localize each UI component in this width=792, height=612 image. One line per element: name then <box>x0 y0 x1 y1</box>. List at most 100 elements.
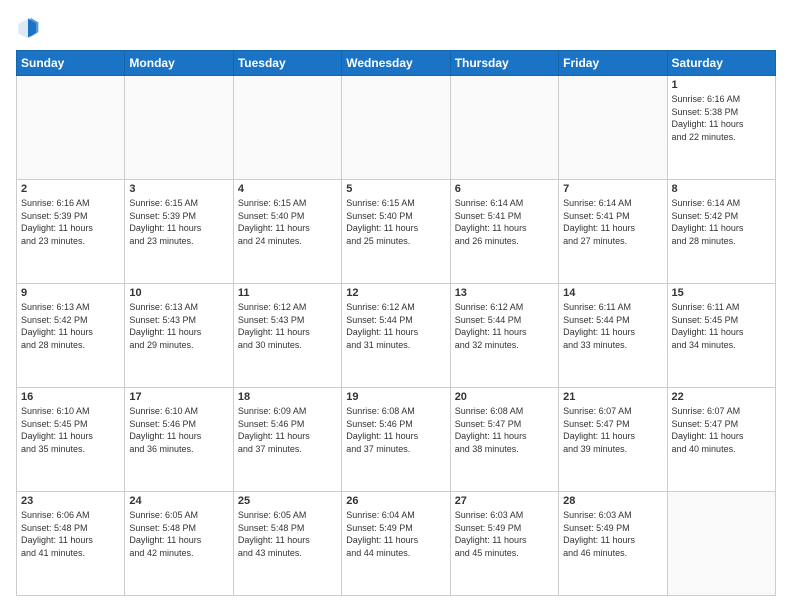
calendar-day-cell: 16 Sunrise: 6:10 AMSunset: 5:45 PMDayligh… <box>17 388 125 492</box>
calendar-week-row: 16 Sunrise: 6:10 AMSunset: 5:45 PMDayligh… <box>17 388 776 492</box>
calendar-day-cell: 18 Sunrise: 6:09 AMSunset: 5:46 PMDayligh… <box>233 388 341 492</box>
page: SundayMondayTuesdayWednesdayThursdayFrid… <box>0 0 792 612</box>
weekday-header: Thursday <box>450 51 558 76</box>
weekday-row: SundayMondayTuesdayWednesdayThursdayFrid… <box>17 51 776 76</box>
day-number: 26 <box>346 495 445 507</box>
day-info: Sunrise: 6:10 AMSunset: 5:45 PMDaylight:… <box>21 405 120 455</box>
header <box>16 16 776 40</box>
calendar-day-cell <box>233 76 341 180</box>
weekday-header: Saturday <box>667 51 775 76</box>
day-info: Sunrise: 6:14 AMSunset: 5:41 PMDaylight:… <box>563 197 662 247</box>
calendar-header: SundayMondayTuesdayWednesdayThursdayFrid… <box>17 51 776 76</box>
calendar-day-cell: 27 Sunrise: 6:03 AMSunset: 5:49 PMDayligh… <box>450 492 558 596</box>
day-info: Sunrise: 6:12 AMSunset: 5:43 PMDaylight:… <box>238 301 337 351</box>
day-info: Sunrise: 6:03 AMSunset: 5:49 PMDaylight:… <box>563 509 662 559</box>
calendar-day-cell: 26 Sunrise: 6:04 AMSunset: 5:49 PMDayligh… <box>342 492 450 596</box>
calendar-day-cell: 5Sunrise: 6:15 AMSunset: 5:40 PMDaylight… <box>342 180 450 284</box>
logo <box>16 16 44 40</box>
day-info: Sunrise: 6:16 AMSunset: 5:38 PMDaylight:… <box>672 93 771 143</box>
weekday-header: Monday <box>125 51 233 76</box>
day-info: Sunrise: 6:13 AMSunset: 5:42 PMDaylight:… <box>21 301 120 351</box>
calendar-week-row: 2 Sunrise: 6:16 AMSunset: 5:39 PMDaylight… <box>17 180 776 284</box>
calendar-day-cell: 28 Sunrise: 6:03 AMSunset: 5:49 PMDayligh… <box>559 492 667 596</box>
calendar-day-cell: 10 Sunrise: 6:13 AMSunset: 5:43 PMDayligh… <box>125 284 233 388</box>
day-number: 25 <box>238 495 337 507</box>
day-info: Sunrise: 6:11 AMSunset: 5:44 PMDaylight:… <box>563 301 662 351</box>
calendar-day-cell: 14 Sunrise: 6:11 AMSunset: 5:44 PMDayligh… <box>559 284 667 388</box>
day-number: 3 <box>129 183 228 195</box>
calendar-week-row: 9 Sunrise: 6:13 AMSunset: 5:42 PMDaylight… <box>17 284 776 388</box>
day-info: Sunrise: 6:10 AMSunset: 5:46 PMDaylight:… <box>129 405 228 455</box>
day-number: 12 <box>346 287 445 299</box>
calendar-day-cell: 12 Sunrise: 6:12 AMSunset: 5:44 PMDayligh… <box>342 284 450 388</box>
calendar-day-cell: 2 Sunrise: 6:16 AMSunset: 5:39 PMDaylight… <box>17 180 125 284</box>
day-info: Sunrise: 6:06 AMSunset: 5:48 PMDaylight:… <box>21 509 120 559</box>
day-info: Sunrise: 6:16 AMSunset: 5:39 PMDaylight:… <box>21 197 120 247</box>
day-info: Sunrise: 6:14 AMSunset: 5:42 PMDaylight:… <box>672 197 771 247</box>
day-info: Sunrise: 6:12 AMSunset: 5:44 PMDaylight:… <box>455 301 554 351</box>
calendar-day-cell: 24Sunrise: 6:05 AMSunset: 5:48 PMDayligh… <box>125 492 233 596</box>
weekday-header: Wednesday <box>342 51 450 76</box>
day-info: Sunrise: 6:13 AMSunset: 5:43 PMDaylight:… <box>129 301 228 351</box>
day-number: 11 <box>238 287 337 299</box>
day-info: Sunrise: 6:08 AMSunset: 5:46 PMDaylight:… <box>346 405 445 455</box>
calendar-day-cell: 19 Sunrise: 6:08 AMSunset: 5:46 PMDayligh… <box>342 388 450 492</box>
day-number: 15 <box>672 287 771 299</box>
day-info: Sunrise: 6:09 AMSunset: 5:46 PMDaylight:… <box>238 405 337 455</box>
calendar-week-row: 23 Sunrise: 6:06 AMSunset: 5:48 PMDayligh… <box>17 492 776 596</box>
calendar-table: SundayMondayTuesdayWednesdayThursdayFrid… <box>16 50 776 596</box>
calendar-day-cell: 25 Sunrise: 6:05 AMSunset: 5:48 PMDayligh… <box>233 492 341 596</box>
day-info: Sunrise: 6:12 AMSunset: 5:44 PMDaylight:… <box>346 301 445 351</box>
calendar-day-cell: 8 Sunrise: 6:14 AMSunset: 5:42 PMDaylight… <box>667 180 775 284</box>
day-number: 27 <box>455 495 554 507</box>
calendar-day-cell: 1 Sunrise: 6:16 AMSunset: 5:38 PMDaylight… <box>667 76 775 180</box>
calendar-day-cell <box>667 492 775 596</box>
day-number: 16 <box>21 391 120 403</box>
day-number: 13 <box>455 287 554 299</box>
day-number: 14 <box>563 287 662 299</box>
day-info: Sunrise: 6:07 AMSunset: 5:47 PMDaylight:… <box>563 405 662 455</box>
day-number: 19 <box>346 391 445 403</box>
day-number: 4 <box>238 183 337 195</box>
day-number: 8 <box>672 183 771 195</box>
day-number: 10 <box>129 287 228 299</box>
calendar-day-cell: 3 Sunrise: 6:15 AMSunset: 5:39 PMDaylight… <box>125 180 233 284</box>
day-info: Sunrise: 6:14 AMSunset: 5:41 PMDaylight:… <box>455 197 554 247</box>
day-info: Sunrise: 6:15 AMSunset: 5:40 PMDaylight:… <box>238 197 337 247</box>
day-number: 22 <box>672 391 771 403</box>
day-number: 2 <box>21 183 120 195</box>
day-number: 28 <box>563 495 662 507</box>
calendar-week-row: 1 Sunrise: 6:16 AMSunset: 5:38 PMDaylight… <box>17 76 776 180</box>
day-number: 23 <box>21 495 120 507</box>
calendar-day-cell: 15 Sunrise: 6:11 AMSunset: 5:45 PMDayligh… <box>667 284 775 388</box>
day-info: Sunrise: 6:04 AMSunset: 5:49 PMDaylight:… <box>346 509 445 559</box>
day-info: Sunrise: 6:11 AMSunset: 5:45 PMDaylight:… <box>672 301 771 351</box>
day-number: 18 <box>238 391 337 403</box>
day-info: Sunrise: 6:07 AMSunset: 5:47 PMDaylight:… <box>672 405 771 455</box>
day-info: Sunrise: 6:05 AMSunset: 5:48 PMDaylight:… <box>238 509 337 559</box>
day-info: Sunrise: 6:15 AMSunset: 5:40 PMDaylight:… <box>346 197 445 247</box>
day-info: Sunrise: 6:15 AMSunset: 5:39 PMDaylight:… <box>129 197 228 247</box>
day-info: Sunrise: 6:03 AMSunset: 5:49 PMDaylight:… <box>455 509 554 559</box>
day-number: 17 <box>129 391 228 403</box>
calendar-day-cell: 4 Sunrise: 6:15 AMSunset: 5:40 PMDaylight… <box>233 180 341 284</box>
day-info: Sunrise: 6:05 AMSunset: 5:48 PMDaylight:… <box>129 509 228 559</box>
calendar-day-cell: 9 Sunrise: 6:13 AMSunset: 5:42 PMDaylight… <box>17 284 125 388</box>
calendar-day-cell: 22 Sunrise: 6:07 AMSunset: 5:47 PMDayligh… <box>667 388 775 492</box>
calendar-day-cell: 6 Sunrise: 6:14 AMSunset: 5:41 PMDaylight… <box>450 180 558 284</box>
calendar-day-cell <box>17 76 125 180</box>
day-info: Sunrise: 6:08 AMSunset: 5:47 PMDaylight:… <box>455 405 554 455</box>
calendar-day-cell: 13 Sunrise: 6:12 AMSunset: 5:44 PMDayligh… <box>450 284 558 388</box>
calendar-day-cell <box>559 76 667 180</box>
calendar-day-cell <box>450 76 558 180</box>
calendar-day-cell: 11 Sunrise: 6:12 AMSunset: 5:43 PMDayligh… <box>233 284 341 388</box>
day-number: 6 <box>455 183 554 195</box>
day-number: 21 <box>563 391 662 403</box>
calendar-body: 1 Sunrise: 6:16 AMSunset: 5:38 PMDaylight… <box>17 76 776 596</box>
day-number: 1 <box>672 79 771 91</box>
weekday-header: Friday <box>559 51 667 76</box>
calendar-day-cell: 21 Sunrise: 6:07 AMSunset: 5:47 PMDayligh… <box>559 388 667 492</box>
day-number: 20 <box>455 391 554 403</box>
calendar-day-cell <box>125 76 233 180</box>
day-number: 9 <box>21 287 120 299</box>
